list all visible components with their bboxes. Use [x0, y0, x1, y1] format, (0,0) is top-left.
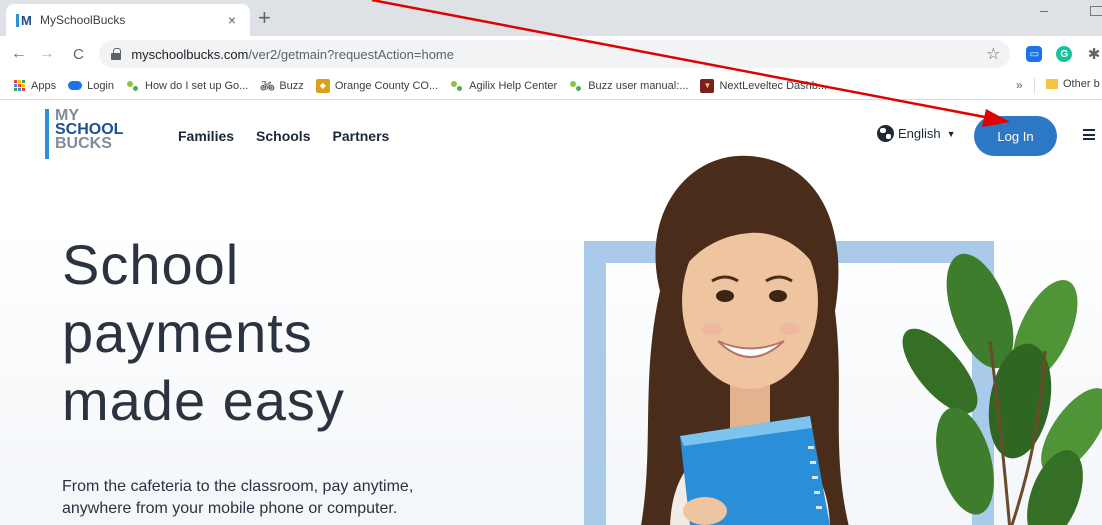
- subtext-line-1: From the cafeteria to the classroom, pay…: [62, 478, 414, 495]
- globe-icon: [877, 125, 894, 142]
- bookmark-buzz[interactable]: 🚲︎ Buzz: [259, 78, 304, 93]
- language-selector[interactable]: English ▼: [877, 125, 956, 142]
- apps-grid-icon: [12, 79, 26, 93]
- cloud-icon: [68, 79, 83, 93]
- notebook-illustration: [680, 416, 830, 525]
- hero-image: [560, 141, 1102, 525]
- bookmark-orange-county[interactable]: ◆ Orange County CO...: [315, 78, 438, 93]
- browser-tab[interactable]: M MySchoolBucks ×: [6, 4, 250, 36]
- new-tab-button[interactable]: +: [258, 6, 271, 30]
- bookmark-star-icon[interactable]: ☆: [986, 44, 1000, 64]
- occ-icon: ◆: [315, 78, 330, 93]
- other-bookmarks-folder[interactable]: Other b: [1046, 78, 1100, 90]
- folder-icon: [1046, 79, 1058, 89]
- close-tab-icon[interactable]: ×: [224, 12, 240, 28]
- headline-line-2: payments: [62, 301, 313, 364]
- logo-wordmark: MY SCHOOL BUCKS: [55, 108, 123, 159]
- browser-toolbar: ← → C myschoolbucks.com/ver2/getmain?req…: [0, 36, 1102, 72]
- caret-down-icon: ▼: [946, 128, 956, 139]
- browser-tab-strip: M MySchoolBucks × + –: [0, 0, 1102, 36]
- bookmarks-overflow-button[interactable]: »: [1016, 78, 1023, 92]
- page-content: MY SCHOOL BUCKS Families Schools Partner…: [0, 101, 1102, 525]
- bike-icon: 🚲︎: [259, 78, 275, 93]
- tab-title: MySchoolBucks: [40, 13, 126, 27]
- subtext-line-2: anywhere from your mobile phone or compu…: [62, 500, 398, 517]
- reload-icon[interactable]: C: [68, 46, 90, 63]
- logo-line-3: BUCKS: [55, 135, 112, 152]
- headline-line-3: made easy: [62, 369, 345, 432]
- nlt-icon: ▼: [700, 78, 715, 93]
- main-nav: Families Schools Partners: [178, 128, 411, 144]
- hero-subtext: From the cafeteria to the classroom, pay…: [62, 476, 482, 520]
- bookmark-nextleveltec[interactable]: ▼ NextLeveltec Dashb...: [700, 78, 827, 93]
- bookmark-apps[interactable]: Apps: [12, 79, 56, 93]
- bookmark-agilix-help[interactable]: Agilix Help Center: [450, 79, 557, 93]
- forward-arrow-icon[interactable]: →: [36, 45, 58, 63]
- back-arrow-icon[interactable]: ←: [8, 45, 30, 63]
- restore-window-button[interactable]: [1090, 6, 1102, 16]
- dots-icon: [569, 79, 583, 93]
- language-label: English: [898, 126, 941, 141]
- bookmark-buzz-manual[interactable]: Buzz user manual:...: [569, 79, 688, 93]
- bookmarks-bar: Apps Login How do I set up Go... 🚲︎ Buzz…: [0, 72, 1102, 100]
- hero-headline: School payments made easy: [62, 231, 482, 435]
- grammarly-extension-icon[interactable]: G: [1056, 46, 1073, 62]
- minimize-window-button[interactable]: –: [1040, 2, 1048, 18]
- bookmarks-divider: [1034, 78, 1035, 94]
- nav-partners[interactable]: Partners: [333, 128, 390, 144]
- myschoolbucks-logo[interactable]: MY SCHOOL BUCKS: [45, 108, 123, 159]
- nav-schools[interactable]: Schools: [256, 128, 310, 144]
- lock-icon[interactable]: [111, 48, 122, 60]
- logo-accent-bar: [45, 109, 49, 159]
- bookmark-login[interactable]: Login: [68, 79, 114, 93]
- nav-families[interactable]: Families: [178, 128, 234, 144]
- url-text[interactable]: myschoolbucks.com/ver2/getmain?requestAc…: [131, 47, 454, 62]
- hamburger-menu-icon[interactable]: [1083, 129, 1095, 140]
- address-bar[interactable]: myschoolbucks.com/ver2/getmain?requestAc…: [99, 40, 1011, 68]
- extensions-puzzle-icon[interactable]: ✱: [1086, 46, 1102, 63]
- site-favicon-icon: M: [16, 12, 32, 28]
- headline-line-1: School: [62, 233, 240, 296]
- bookmark-how-do-i-set-up[interactable]: How do I set up Go...: [126, 79, 248, 93]
- dots-icon: [126, 79, 140, 93]
- extension-blue-icon[interactable]: ▭: [1026, 46, 1043, 62]
- dots-icon: [450, 79, 464, 93]
